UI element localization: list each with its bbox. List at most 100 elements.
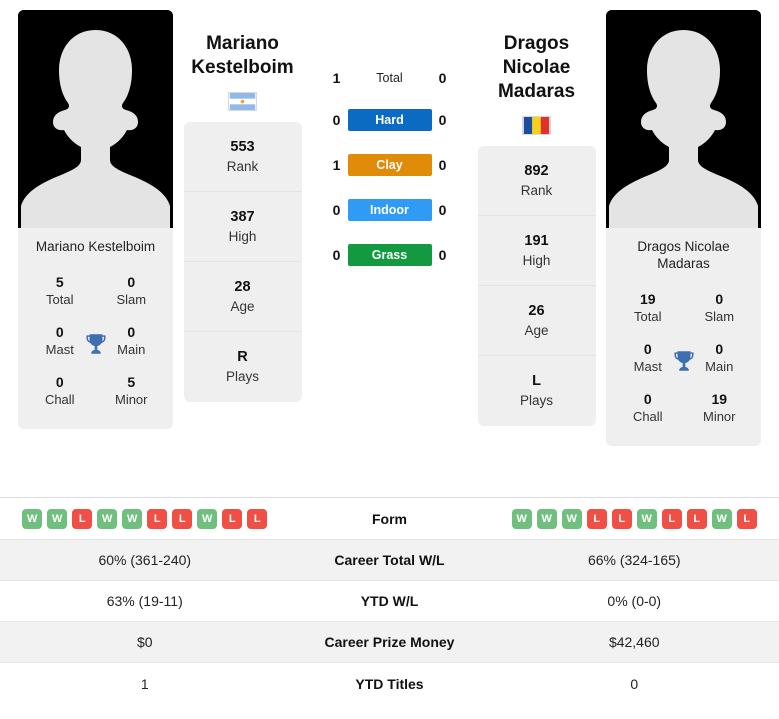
form-badge-left-9: L (247, 508, 268, 529)
attribute-high-right: 191 High (477, 216, 596, 286)
attribute-high-value-right: 191 (524, 232, 549, 249)
attribute-age-right: 26 Age (477, 286, 596, 356)
player-title-left-line2: Kestelboim (191, 57, 294, 78)
attribute-rank-label-left: Rank (226, 158, 259, 174)
titles-chall-value-left: 0 (55, 374, 64, 390)
player-title-left-line1: Mariano (206, 33, 279, 54)
row-label-form: Form (372, 510, 407, 527)
career-prize-money-right: $42,460 (608, 634, 660, 650)
attribute-age-left: 28 Age (183, 262, 302, 332)
titles-chall-label-left: Chall (44, 392, 75, 407)
titles-chall-value-right: 0 (643, 391, 652, 407)
surface-badge-grass[interactable]: Grass (347, 244, 432, 266)
titles-minor-label-right: Minor (702, 409, 736, 424)
titles-chall-right: 0 Chall (612, 384, 684, 432)
form-badge-right-4: L (611, 508, 632, 529)
attribute-rank-left: 553 Rank (183, 122, 302, 192)
form-badge-left-0: W (22, 508, 43, 529)
h2h-row-indoor: 0 Indoor 0 (320, 199, 460, 221)
player-silhouette-icon-left (18, 10, 173, 228)
attribute-high-value-left: 387 (230, 208, 255, 225)
form-badge-left-4: W (122, 508, 143, 529)
h2h-indoor-right-score: 0 (438, 202, 447, 218)
titles-main-value-left: 0 (127, 324, 136, 340)
form-badge-left-3: W (97, 508, 118, 529)
titles-slam-value-left: 0 (127, 274, 136, 290)
form-badge-right-0: W (511, 508, 532, 529)
titles-slam-label-right: Slam (704, 309, 735, 324)
player-title-left: Mariano Kestelboim (191, 32, 293, 80)
row-label-career-total-wl: Career Total W/L (334, 552, 445, 568)
table-row-career-prize-money: $0 Career Prize Money $42,460 (0, 622, 779, 663)
attributes-left: 553 Rank 387 High 28 Age R Plays (183, 122, 302, 402)
titles-main-right: 0 Main (684, 334, 756, 382)
h2h-row-grass: 0 Grass 0 (320, 244, 460, 266)
player-title-right: Dragos Nicolae Madaras (474, 32, 599, 104)
titles-main-label-right: Main (705, 359, 734, 374)
player-title-right-line2: Madaras (497, 81, 576, 102)
player-name-right: Dragos Nicolae Madaras (606, 228, 761, 276)
form-badges-right: WWWLLWLLWL (490, 508, 779, 529)
surface-badge-clay[interactable]: Clay (347, 154, 432, 176)
ytd-titles-left: 1 (140, 675, 149, 692)
argentina-flag-icon (228, 92, 257, 111)
right-player-identity: Dragos Nicolae Madaras 892 Rank 191 High (474, 10, 599, 426)
table-row-ytd-wl: 63% (19-11) YTD W/L 0% (0-0) (0, 581, 779, 622)
attribute-plays-right: L Plays (478, 356, 596, 426)
titles-grid-right: 19 Total 0 Slam 0 Mast 0 Main 0 Chall 19… (606, 276, 761, 446)
attribute-rank-value-left: 553 (230, 138, 255, 155)
form-badge-left-8: L (222, 508, 243, 529)
head-to-head-column: 1 Total 0 0 Hard 0 1 Clay 0 0 Indoor 0 0 (312, 10, 467, 266)
career-total-wl-left: 60% (361-240) (98, 552, 192, 568)
career-total-wl-right: 66% (324-165) (587, 552, 681, 568)
titles-main-label-left: Main (117, 342, 146, 357)
form-badges-left: WWLWWLLWLL (0, 508, 290, 529)
titles-total-left: 5 Total (24, 267, 96, 315)
titles-minor-value-right: 19 (711, 391, 728, 407)
form-badge-right-5: W (636, 508, 657, 529)
surface-badge-hard[interactable]: Hard (347, 109, 432, 131)
player-card-left[interactable]: Mariano Kestelboim 5 Total 0 Slam 0 Mast… (18, 10, 173, 429)
h2h-hard-left-score: 0 (332, 112, 341, 128)
titles-chall-left: 0 Chall (24, 367, 96, 415)
attribute-age-value-right: 26 (528, 302, 545, 319)
form-badge-right-2: W (561, 508, 582, 529)
titles-slam-value-right: 0 (715, 291, 724, 307)
titles-mast-label-left: Mast (45, 342, 74, 357)
player-comparison-header: Mariano Kestelboim 5 Total 0 Slam 0 Mast… (0, 0, 779, 495)
table-row-career-total-wl: 60% (361-240) Career Total W/L 66% (324-… (0, 540, 779, 581)
h2h-row-total: 1 Total 0 (320, 70, 460, 86)
titles-slam-label-left: Slam (116, 292, 147, 307)
player-name-right-line2: Madaras (657, 256, 710, 271)
attribute-plays-label-left: Plays (225, 369, 259, 384)
table-row-ytd-titles: 1 YTD Titles 0 (0, 663, 779, 704)
left-player-identity: Mariano Kestelboim 553 Rank 387 High 28 … (180, 10, 305, 402)
player-name-left: Mariano Kestelboim (35, 239, 156, 254)
titles-main-left: 0 Main (96, 317, 168, 365)
attribute-high-label-left: High (228, 228, 257, 244)
player-card-right[interactable]: Dragos Nicolae Madaras 19 Total 0 Slam 0… (606, 10, 761, 446)
form-badge-left-7: W (197, 508, 218, 529)
player-silhouette-icon-right (606, 10, 761, 228)
player-name-right-line1: Dragos Nicolae (637, 239, 730, 254)
h2h-grass-left-score: 0 (332, 247, 341, 263)
attribute-age-value-left: 28 (234, 278, 251, 295)
titles-mast-left: 0 Mast (24, 317, 96, 365)
attribute-high-left: 387 High (183, 192, 302, 262)
career-prize-money-left: $0 (136, 634, 153, 650)
titles-mast-label-right: Mast (633, 359, 662, 374)
h2h-row-hard: 0 Hard 0 (320, 109, 460, 131)
h2h-clay-right-score: 0 (438, 157, 447, 173)
titles-total-label-left: Total (46, 292, 74, 307)
titles-total-label-right: Total (634, 309, 662, 324)
attribute-rank-value-right: 892 (524, 162, 549, 179)
titles-mast-value-right: 0 (643, 341, 652, 357)
titles-minor-value-left: 5 (127, 374, 136, 390)
row-label-ytd-wl: YTD W/L (360, 593, 419, 609)
titles-minor-right: 19 Minor (684, 384, 756, 432)
titles-minor-left: 5 Minor (96, 367, 168, 415)
attribute-age-label-right: Age (524, 322, 549, 338)
ytd-wl-right: 0% (0-0) (607, 593, 662, 609)
form-badge-right-1: W (536, 508, 557, 529)
surface-badge-indoor[interactable]: Indoor (347, 199, 432, 221)
